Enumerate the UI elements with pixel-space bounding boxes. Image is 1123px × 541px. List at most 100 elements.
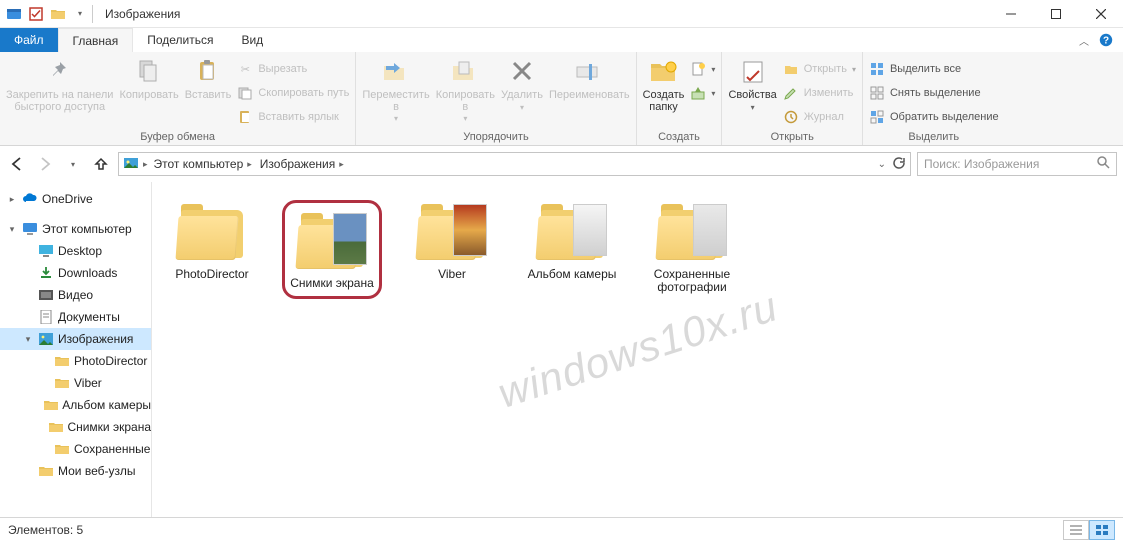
videos-icon <box>38 287 54 303</box>
copy-path-button[interactable]: Скопировать путь <box>237 82 349 104</box>
nav-thispc[interactable]: ▾Этот компьютер <box>0 218 151 240</box>
new-item-button[interactable]: ▾ <box>690 58 715 80</box>
select-none-button[interactable]: Снять выделение <box>869 82 999 104</box>
folder-thumb <box>537 200 607 262</box>
folder-icon <box>54 353 70 369</box>
separator <box>92 5 93 23</box>
nav-websites[interactable]: Мои веб-узлы <box>0 460 151 482</box>
nav-saved[interactable]: Сохраненные <box>0 438 151 460</box>
close-button[interactable] <box>1078 0 1123 28</box>
tab-file[interactable]: Файл <box>0 28 58 52</box>
new-folder-button[interactable]: Создать папку <box>643 56 685 113</box>
chevron-icon[interactable]: ▸ <box>141 159 150 170</box>
folder-icon <box>54 375 70 391</box>
folder-item[interactable]: Альбом камеры <box>522 200 622 281</box>
group-label: Создать <box>643 130 716 143</box>
search-input[interactable] <box>924 157 1091 171</box>
group-open: Свойства▾ Открыть▾ Изменить Журнал Откры… <box>722 52 863 145</box>
folder-item-highlighted[interactable]: Снимки экрана <box>282 200 382 299</box>
select-none-icon <box>869 85 885 101</box>
folder-icon <box>38 463 54 479</box>
nav-pictures[interactable]: ▾Изображения <box>0 328 151 350</box>
nav-desktop[interactable]: Desktop <box>0 240 151 262</box>
navigation-pane[interactable]: ▸OneDrive ▾Этот компьютер Desktop Downlo… <box>0 182 152 517</box>
view-details-button[interactable] <box>1063 520 1089 540</box>
ribbon-tabs: Файл Главная Поделиться Вид ︿ ? <box>0 28 1123 52</box>
easy-access-button[interactable]: ▾ <box>690 82 715 104</box>
search-icon[interactable] <box>1097 156 1110 172</box>
qat-folder-icon[interactable] <box>50 6 66 22</box>
edit-icon <box>783 85 799 101</box>
documents-icon <box>38 309 54 325</box>
select-all-button[interactable]: Выделить все <box>869 58 999 80</box>
recent-locations-button[interactable]: ▾ <box>62 153 84 175</box>
qat-properties-icon[interactable] <box>28 6 44 22</box>
delete-button[interactable]: Удалить▾ <box>501 56 543 112</box>
nav-downloads[interactable]: Downloads <box>0 262 151 284</box>
search-box[interactable] <box>917 152 1117 176</box>
dropdown-history-icon[interactable]: ⌄ <box>878 159 886 170</box>
folder-thumb <box>297 209 367 271</box>
open-button[interactable]: Открыть▾ <box>783 58 856 80</box>
crumb-thispc[interactable]: Этот компьютер▸ <box>152 157 256 171</box>
folder-thumb <box>177 200 247 262</box>
up-button[interactable] <box>90 153 112 175</box>
rename-button[interactable]: Переименовать <box>549 56 630 102</box>
item-label: Viber <box>438 268 466 281</box>
tab-home[interactable]: Главная <box>58 28 134 52</box>
content-area[interactable]: windows10x.ru PhotoDirector Снимки экран… <box>152 182 1123 517</box>
cut-button[interactable]: ✂Вырезать <box>237 58 349 80</box>
refresh-icon[interactable] <box>892 156 906 173</box>
folder-item[interactable]: Сохраненные фотографии <box>642 200 742 294</box>
scissors-icon: ✂ <box>237 61 253 77</box>
new-folder-icon <box>648 56 680 88</box>
group-label: Открыть <box>728 130 856 143</box>
folder-item[interactable]: Viber <box>402 200 502 281</box>
copy-to-button[interactable]: Копировать в▾ <box>436 56 495 123</box>
copy-button[interactable]: Копировать <box>119 56 178 102</box>
pin-quick-access-button[interactable]: Закрепить на панели быстрого доступа <box>6 56 113 113</box>
paste-shortcut-button[interactable]: Вставить ярлык <box>237 106 349 128</box>
copy-icon <box>133 56 165 88</box>
nav-photodirector[interactable]: PhotoDirector <box>0 350 151 372</box>
nav-camera-roll[interactable]: Альбом камеры <box>0 394 151 416</box>
nav-viber[interactable]: Viber <box>0 372 151 394</box>
back-button[interactable] <box>6 153 28 175</box>
nav-videos[interactable]: Видео <box>0 284 151 306</box>
breadcrumb[interactable]: ▸ Этот компьютер▸ Изображения▸ ⌄ <box>118 152 911 176</box>
crumb-pictures[interactable]: Изображения▸ <box>258 157 348 171</box>
properties-button[interactable]: Свойства▾ <box>728 56 776 112</box>
group-organize: Переместить в▾ Копировать в▾ Удалить▾ Пе… <box>356 52 636 145</box>
collapse-ribbon-icon[interactable]: ︿ <box>1079 33 1089 48</box>
easy-access-icon <box>690 85 706 101</box>
pc-icon <box>22 221 38 237</box>
nav-screenshots[interactable]: Снимки экрана <box>0 416 151 438</box>
paste-button[interactable]: Вставить <box>185 56 232 102</box>
desktop-icon <box>38 243 54 259</box>
select-all-icon <box>869 61 885 77</box>
folder-icon <box>44 397 58 413</box>
rename-icon <box>573 56 605 88</box>
pictures-icon <box>123 156 139 173</box>
tab-view[interactable]: Вид <box>227 28 277 52</box>
view-icons-button[interactable] <box>1089 520 1115 540</box>
folder-item[interactable]: PhotoDirector <box>162 200 262 281</box>
status-count-label: Элементов: <box>8 523 73 537</box>
invert-selection-button[interactable]: Обратить выделение <box>869 106 999 128</box>
qat-dropdown-icon[interactable]: ▾ <box>72 6 88 22</box>
nav-onedrive[interactable]: ▸OneDrive <box>0 188 151 210</box>
properties-icon <box>737 56 769 88</box>
copy-path-icon <box>237 85 253 101</box>
move-to-button[interactable]: Переместить в▾ <box>362 56 429 123</box>
group-clipboard: Закрепить на панели быстрого доступа Коп… <box>0 52 356 145</box>
item-label: Альбом камеры <box>528 268 617 281</box>
maximize-button[interactable] <box>1033 0 1078 28</box>
minimize-button[interactable] <box>988 0 1033 28</box>
forward-button[interactable] <box>34 153 56 175</box>
help-icon[interactable]: ? <box>1099 33 1113 47</box>
history-button[interactable]: Журнал <box>783 106 856 128</box>
tab-share[interactable]: Поделиться <box>133 28 227 52</box>
nav-documents[interactable]: Документы <box>0 306 151 328</box>
new-item-icon <box>690 61 706 77</box>
edit-button[interactable]: Изменить <box>783 82 856 104</box>
